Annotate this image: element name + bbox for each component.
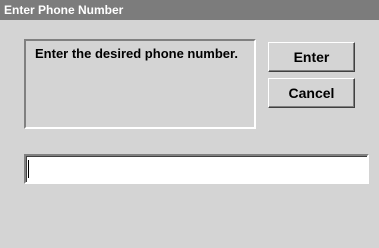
cancel-button[interactable]: Cancel [268, 78, 355, 108]
enter-phone-number-dialog: Enter Phone Number Enter the desired pho… [0, 0, 379, 248]
prompt-panel: Enter the desired phone number. [24, 39, 256, 129]
dialog-title: Enter Phone Number [4, 3, 124, 17]
phone-number-input[interactable] [24, 154, 369, 184]
enter-button[interactable]: Enter [268, 42, 355, 72]
text-cursor [28, 160, 29, 178]
title-bar[interactable]: Enter Phone Number [0, 0, 379, 20]
prompt-text: Enter the desired phone number. [35, 46, 238, 61]
